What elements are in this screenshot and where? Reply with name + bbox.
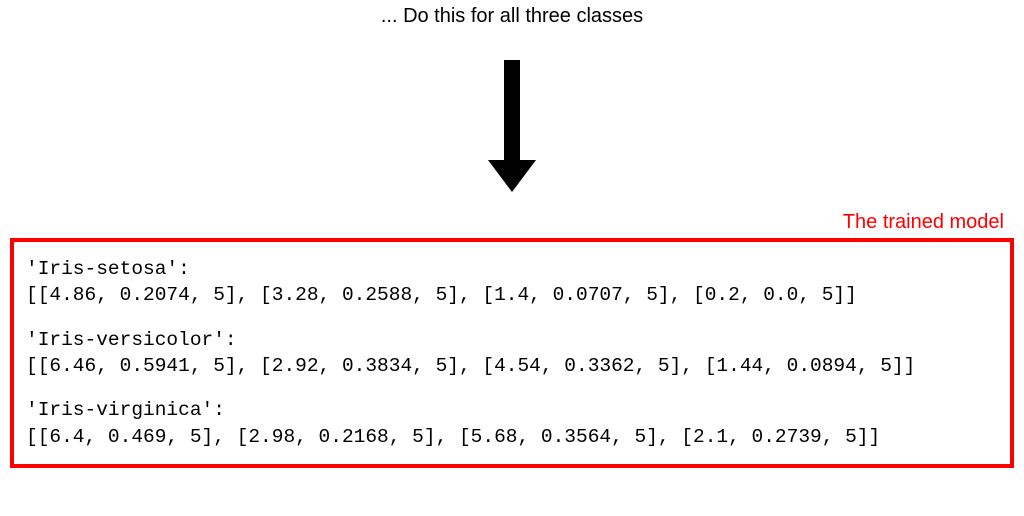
trained-model-box: 'Iris-setosa': [[4.86, 0.2074, 5], [3.28… [10, 238, 1014, 468]
class-name: 'Iris-versicolor': [26, 327, 998, 353]
class-name: 'Iris-virginica': [26, 397, 998, 423]
class-values: [[6.46, 0.5941, 5], [2.92, 0.3834, 5], [… [26, 353, 998, 379]
class-name: 'Iris-setosa': [26, 256, 998, 282]
down-arrow [488, 60, 536, 192]
top-caption: ... Do this for all three classes [381, 5, 643, 28]
class-values: [[4.86, 0.2074, 5], [3.28, 0.2588, 5], [… [26, 282, 998, 308]
class-values: [[6.4, 0.469, 5], [2.98, 0.2168, 5], [5.… [26, 424, 998, 450]
model-entry: 'Iris-setosa': [[4.86, 0.2074, 5], [3.28… [26, 256, 998, 309]
arrow-head-icon [488, 160, 536, 192]
model-entry: 'Iris-virginica': [[6.4, 0.469, 5], [2.9… [26, 397, 998, 450]
model-entry: 'Iris-versicolor': [[6.46, 0.5941, 5], [… [26, 327, 998, 380]
model-label: The trained model [843, 211, 1004, 234]
arrow-shaft-icon [504, 60, 520, 160]
